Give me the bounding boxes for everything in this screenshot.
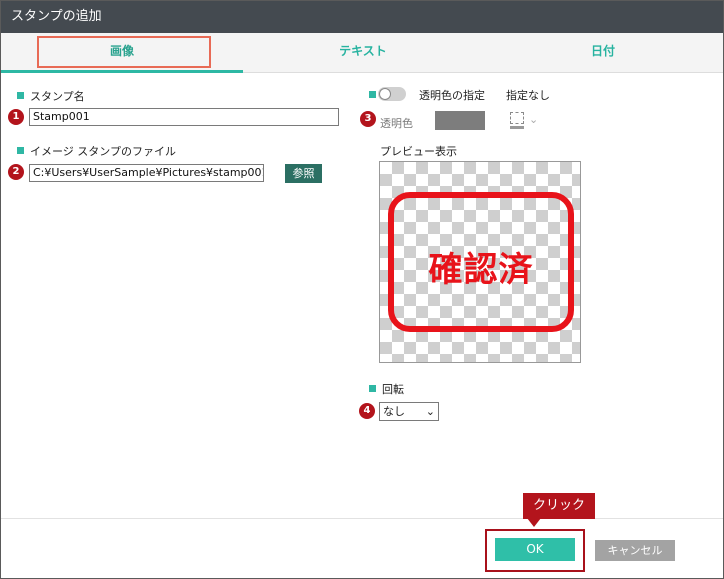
step-badge-2: 2 bbox=[8, 164, 24, 180]
tab-date[interactable]: 日付 bbox=[483, 33, 723, 73]
color-picker-icon[interactable] bbox=[510, 112, 524, 124]
rotation-value: なし bbox=[383, 405, 405, 418]
click-callout: クリック bbox=[523, 493, 595, 519]
toggle-knob bbox=[379, 88, 391, 100]
cancel-button[interactable]: キャンセル bbox=[595, 540, 675, 561]
section-marker-icon bbox=[369, 385, 376, 392]
browse-button[interactable]: 参照 bbox=[285, 164, 322, 183]
rotation-label: 回転 bbox=[369, 381, 404, 397]
step-badge-4: 4 bbox=[359, 403, 375, 419]
transparent-color-swatch[interactable] bbox=[435, 111, 485, 130]
preview-label: プレビュー表示 bbox=[380, 145, 457, 158]
no-color-label: 指定なし bbox=[506, 89, 550, 102]
footer-divider bbox=[1, 518, 723, 519]
add-stamp-dialog: スタンプの追加 画像 テキスト 日付 スタンプ名 1 Stamp001 イメージ… bbox=[0, 0, 724, 579]
callout-tail bbox=[527, 518, 541, 527]
active-tab-indicator bbox=[1, 70, 243, 73]
step-badge-1: 1 bbox=[8, 109, 24, 125]
stamp-name-input[interactable]: Stamp001 bbox=[29, 108, 339, 126]
dialog-title: スタンプの追加 bbox=[1, 1, 723, 33]
rotation-select[interactable]: なし ⌄ bbox=[379, 402, 439, 421]
tab-text[interactable]: テキスト bbox=[243, 33, 483, 73]
chevron-down-icon: ⌄ bbox=[425, 405, 435, 418]
chevron-down-icon[interactable]: ⌄ bbox=[529, 113, 538, 126]
section-marker-icon bbox=[17, 92, 24, 99]
stamp-name-label: スタンプ名 bbox=[17, 88, 85, 104]
section-marker-icon bbox=[369, 91, 376, 98]
image-file-input[interactable]: C:¥Users¥UserSample¥Pictures¥stamp001.pn… bbox=[29, 164, 264, 182]
stamp-frame: 確認済 bbox=[388, 192, 574, 332]
tab-highlight-frame bbox=[37, 36, 211, 68]
step-badge-3: 3 bbox=[360, 111, 376, 127]
transparent-color-label: 透明色 bbox=[380, 117, 413, 130]
ok-button[interactable]: OK bbox=[495, 538, 575, 561]
section-marker-icon bbox=[17, 147, 24, 154]
stamp-preview-text: 確認済 bbox=[428, 250, 534, 290]
stamp-preview: 確認済 bbox=[379, 161, 581, 363]
image-file-label: イメージ スタンプのファイル bbox=[17, 143, 176, 159]
transparency-toggle[interactable] bbox=[378, 87, 406, 101]
color-picker-bar bbox=[510, 126, 524, 129]
transparency-toggle-label: 透明色の指定 bbox=[419, 89, 485, 102]
